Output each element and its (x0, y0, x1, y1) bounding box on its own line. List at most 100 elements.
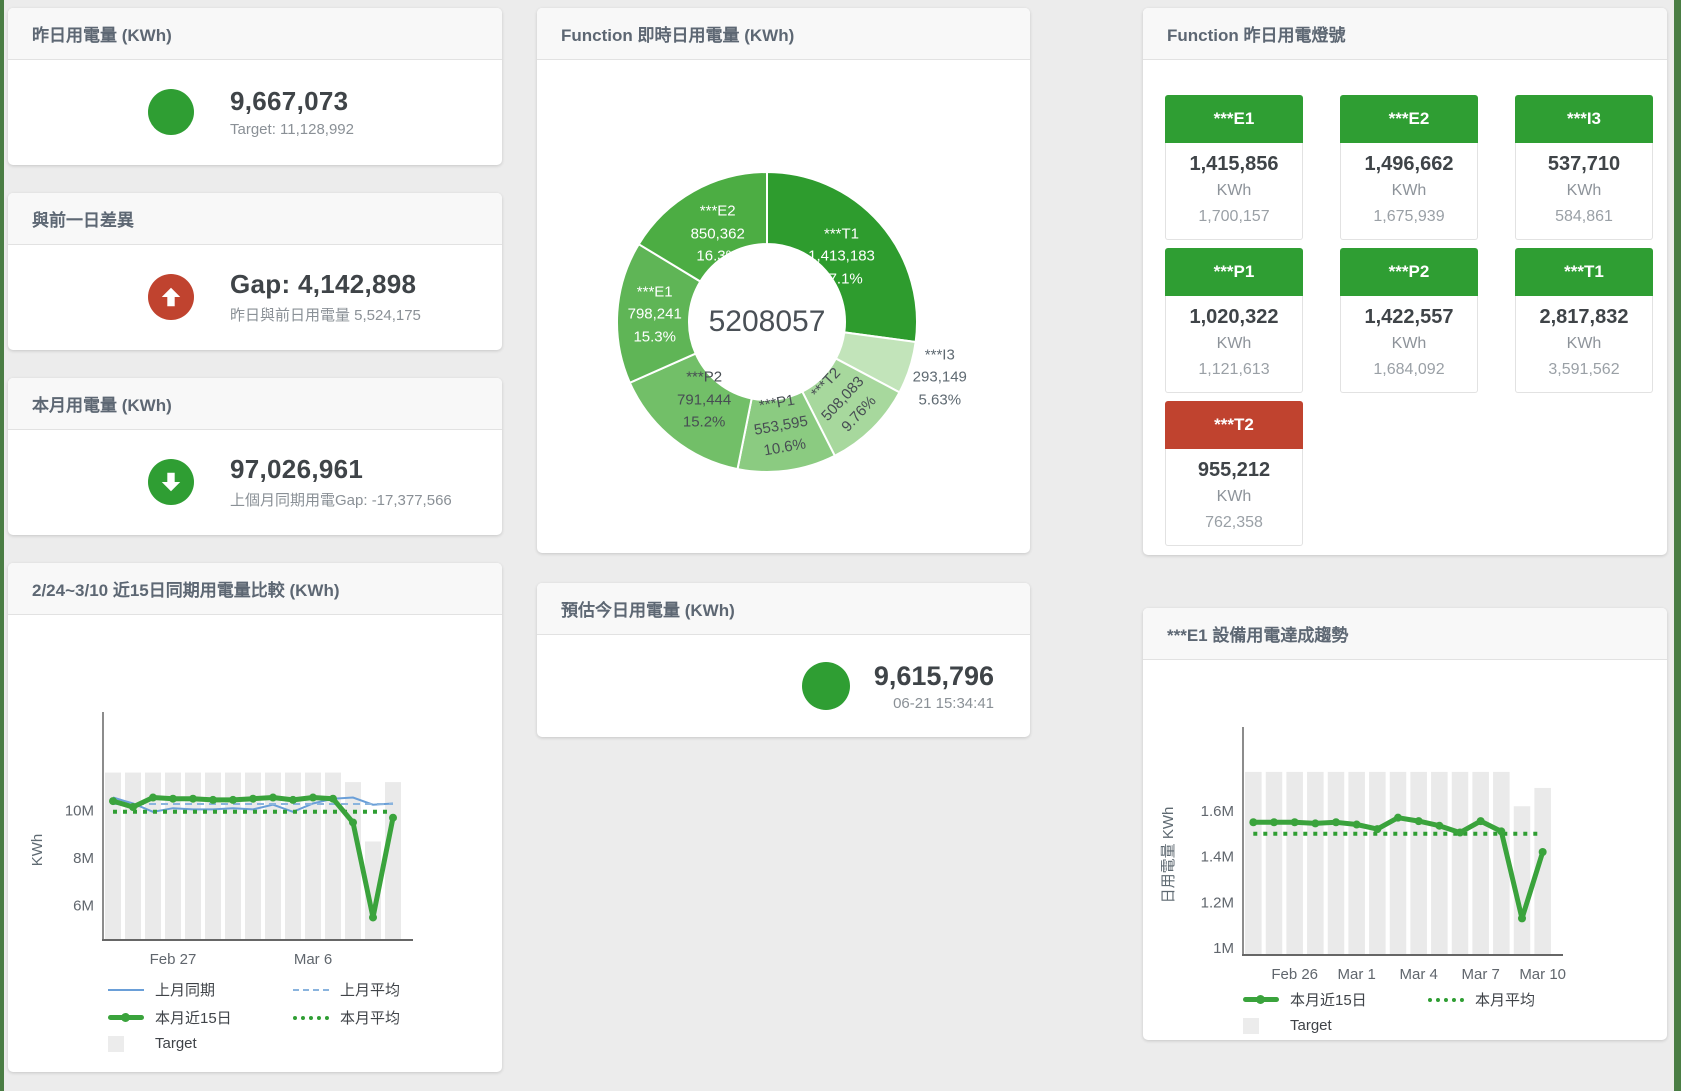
lamp-tile-value: 1,422,557 (1341, 304, 1477, 331)
target-bar (1514, 806, 1531, 955)
svg-text:Feb 26: Feb 26 (1271, 966, 1318, 983)
target-bar (1266, 772, 1283, 955)
lamp-tile-target: 1,121,613 (1166, 357, 1302, 383)
legend-item[interactable]: 上月同期 (108, 979, 293, 1000)
legend-item[interactable]: Target (108, 1035, 293, 1052)
donut-segment-label: ***P2791,44415.2% (677, 367, 731, 435)
donut-segment-label: ***P1553,59510.6% (749, 388, 814, 464)
target-bar (1472, 772, 1489, 955)
e1-trend-chart: 1M1.2M1.4M1.6MFeb 26Mar 1Mar 4Mar 7Mar 1… (1151, 715, 1651, 985)
lamp-tile-body: 2,817,832KWh3,591,562 (1515, 296, 1653, 393)
card-title: 與前一日差異 (8, 193, 502, 245)
svg-text:Mar 6: Mar 6 (294, 951, 332, 968)
line-green-swatch-icon (108, 1015, 144, 1020)
kpi-subtitle: Target: 11,128,992 (230, 121, 354, 138)
line-blue-swatch-icon (108, 989, 144, 991)
card-today-estimate: 預估今日用電量 (KWh) 9,615,796 06-21 15:34:41 (537, 583, 1030, 737)
kpi-body: 9,667,073 Target: 11,128,992 (8, 60, 502, 164)
legend-item[interactable]: 本月平均 (1428, 989, 1613, 1010)
card-yesterday-usage: 昨日用電量 (KWh) 9,667,073 Target: 11,128,992 (8, 8, 502, 165)
lamp-tile-value: 1,415,856 (1166, 151, 1302, 178)
lamp-tile-body: 1,496,662KWh1,675,939 (1340, 143, 1478, 240)
svg-text:1.4M: 1.4M (1201, 849, 1234, 866)
green-status-circle-icon (148, 89, 194, 135)
lamp-tile-unit: KWh (1166, 484, 1302, 510)
svg-text:6M: 6M (73, 898, 94, 915)
donut-segment-label: ***E2850,36216.3% (691, 201, 745, 269)
legend-label: 本月近15日 (1290, 989, 1367, 1010)
lamp-tile-grid: ***E11,415,856KWh1,700,157***E21,496,662… (1143, 60, 1667, 546)
target-bar (1307, 772, 1324, 955)
lamp-tile-unit: KWh (1166, 178, 1302, 204)
target-bar (1369, 772, 1386, 955)
target-bar (1452, 772, 1469, 955)
target-bar (1245, 772, 1262, 955)
card-compare-chart: 2/24~3/10 近15日同期用電量比較 (KWh) 6M8M10MFeb 2… (8, 563, 502, 1072)
target-bar (1431, 772, 1448, 955)
target-bar (1390, 772, 1407, 955)
card-e1-trend: ***E1 設備用電達成趨勢 1M1.2M1.4M1.6MFeb 26Mar 1… (1143, 608, 1667, 1040)
lamp-tile-name: ***E2 (1340, 95, 1478, 143)
lamp-tile: ***T2955,212KWh762,358 (1165, 401, 1303, 546)
kpi-value: Gap: 4,142,898 (230, 269, 421, 300)
lamp-tile-unit: KWh (1166, 331, 1302, 357)
legend-item[interactable]: Target (1243, 1017, 1428, 1034)
svg-text:Mar 7: Mar 7 (1461, 966, 1499, 983)
lamp-tile-name: ***T2 (1165, 401, 1303, 449)
lamp-tile-value: 537,710 (1516, 151, 1652, 178)
energy-dashboard: { "page": {"background": "#ececec", "edg… (0, 0, 1681, 1091)
lamp-tile-body: 537,710KWh584,861 (1515, 143, 1653, 240)
svg-text:1M: 1M (1213, 940, 1234, 957)
card-title: Function 即時日用電量 (KWh) (537, 8, 1030, 60)
lamp-tile-target: 3,591,562 (1516, 357, 1652, 383)
sq-gray-swatch-icon (1243, 1018, 1279, 1034)
lamp-tile-unit: KWh (1516, 331, 1652, 357)
kpi-body: 9,615,796 06-21 15:34:41 (537, 635, 1030, 737)
e1-trend-legend: 本月近15日 本月平均 Target (1243, 989, 1667, 1034)
card-lamp-status: Function 昨日用電燈號 ***E11,415,856KWh1,700,1… (1143, 8, 1667, 555)
legend-label: 本月近15日 (155, 1007, 232, 1028)
legend-item[interactable]: 本月近15日 (1243, 989, 1428, 1010)
legend-label: Target (1290, 1017, 1332, 1034)
card-title: 2/24~3/10 近15日同期用電量比較 (KWh) (8, 563, 502, 615)
lamp-tile-unit: KWh (1516, 178, 1652, 204)
lamp-tile-target: 1,700,157 (1166, 204, 1302, 230)
green-status-circle-icon (802, 662, 850, 710)
lamp-tile-name: ***P1 (1165, 248, 1303, 296)
red-up-arrow-icon (148, 274, 194, 320)
lamp-tile-name: ***P2 (1340, 248, 1478, 296)
lamp-tile-target: 1,675,939 (1341, 204, 1477, 230)
svg-text:8M: 8M (73, 850, 94, 867)
card-title: 預估今日用電量 (KWh) (537, 583, 1030, 635)
lamp-tile-value: 2,817,832 (1516, 304, 1652, 331)
kpi-value: 97,026,961 (230, 454, 452, 485)
legend-item[interactable]: 本月平均 (293, 1007, 478, 1028)
lamp-tile: ***E21,496,662KWh1,675,939 (1340, 95, 1478, 240)
target-bar (1328, 772, 1345, 955)
donut-chart: ***T11,413,18327.1%***I3293,1495.63%***T… (537, 60, 1030, 552)
target-bar (125, 773, 141, 940)
donut-segment-label: ***I3293,1495.63% (913, 344, 967, 412)
lamp-tile-name: ***T1 (1515, 248, 1653, 296)
compare-chart: 6M8M10MFeb 27Mar 6KWh (18, 700, 488, 975)
lamp-tile-body: 1,415,856KWh1,700,157 (1165, 143, 1303, 240)
svg-text:1.6M: 1.6M (1201, 803, 1234, 820)
svg-text:10M: 10M (65, 803, 94, 820)
lamp-tile-body: 1,020,322KWh1,121,613 (1165, 296, 1303, 393)
donut-segment-label: ***T11,413,18327.1% (808, 223, 875, 291)
lamp-tile-name: ***I3 (1515, 95, 1653, 143)
target-bar (385, 782, 401, 940)
kpi-subtitle: 上個月同期用電Gap: -17,377,566 (230, 489, 452, 510)
donut-center-total: 5208057 (709, 305, 826, 339)
svg-text:日用電量 KWh: 日用電量 KWh (1160, 807, 1177, 904)
donut-segment-label: ***E1798,24115.3% (628, 281, 682, 349)
right-edge-accent (1674, 0, 1681, 1091)
legend-item[interactable]: 上月平均 (293, 979, 478, 1000)
sq-gray-swatch-icon (108, 1036, 144, 1052)
card-title: 昨日用電量 (KWh) (8, 8, 502, 60)
left-edge-accent (0, 0, 4, 1091)
legend-item[interactable]: 本月近15日 (108, 1007, 293, 1028)
target-bar (1410, 772, 1427, 955)
card-month-usage: 本月用電量 (KWh) 97,026,961 上個月同期用電Gap: -17,3… (8, 378, 502, 535)
lamp-tile-value: 955,212 (1166, 457, 1302, 484)
